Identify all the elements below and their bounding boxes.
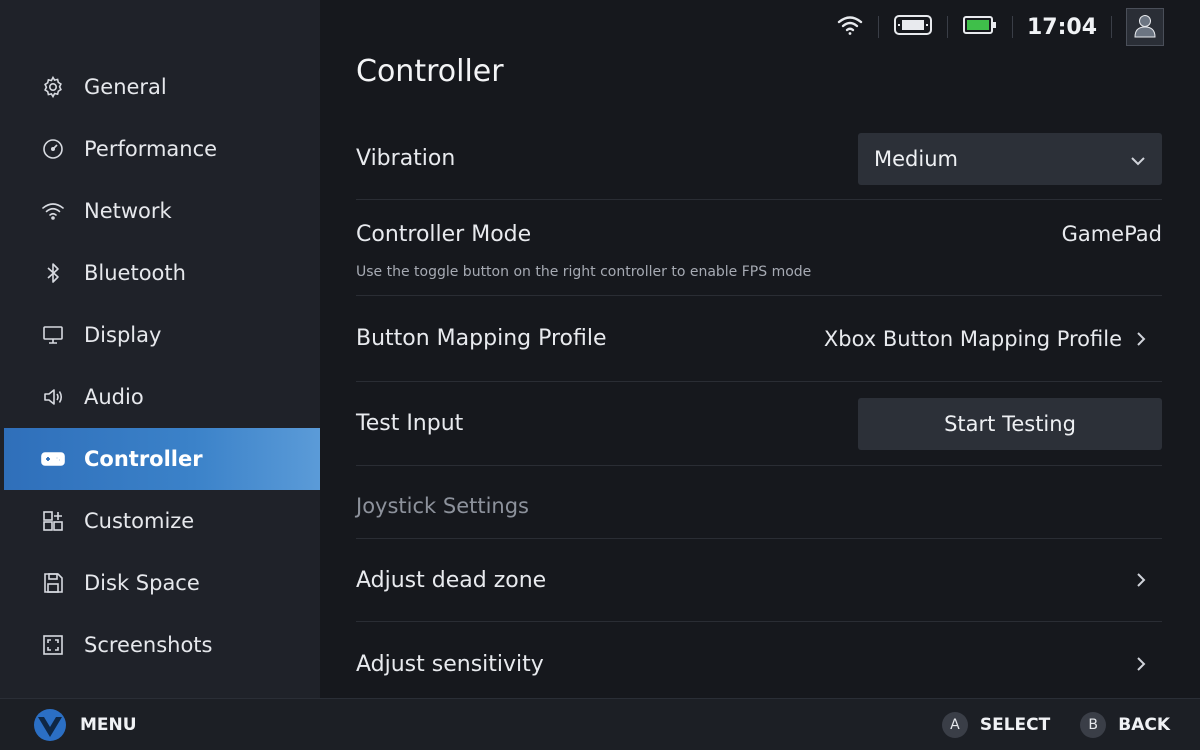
bluetooth-icon (40, 260, 66, 286)
wifi-icon (836, 14, 864, 40)
sidebar-item-label: Controller (84, 447, 203, 471)
status-divider (1111, 16, 1112, 38)
battery-icon (962, 14, 998, 40)
sidebar-item-label: Display (84, 323, 162, 347)
bottom-hint-bar: MENU A SELECT B BACK (0, 698, 1200, 750)
user-avatar[interactable] (1126, 8, 1164, 46)
dead-zone-label: Adjust dead zone (356, 567, 547, 593)
chevron-down-icon (1130, 147, 1146, 171)
screenshot-icon (40, 632, 66, 658)
select-hint[interactable]: A SELECT (941, 711, 1051, 738)
sidebar-item-disk-space[interactable]: Disk Space (4, 552, 320, 614)
status-divider (946, 16, 948, 38)
adjust-sensitivity-row[interactable]: Adjust sensitivity (356, 622, 1162, 706)
monitor-icon (40, 322, 66, 348)
menu-label[interactable]: MENU (80, 715, 137, 735)
test-input-label: Test Input (356, 411, 464, 436)
sensitivity-label: Adjust sensitivity (356, 651, 544, 677)
status-divider (1011, 16, 1013, 38)
b-button-icon: B (1080, 711, 1107, 738)
vibration-row: Vibration Medium (356, 118, 1162, 200)
chevron-right-icon (1136, 571, 1148, 589)
sidebar-item-network[interactable]: Network (4, 180, 320, 242)
button-mapping-label: Button Mapping Profile (356, 326, 607, 351)
vibration-value: Medium (874, 146, 958, 171)
select-label: SELECT (979, 714, 1051, 735)
chevron-right-icon (1136, 330, 1148, 348)
controller-mode-description: Use the toggle button on the right contr… (356, 264, 812, 280)
sidebar-item-audio[interactable]: Audio (4, 366, 320, 428)
gauge-icon (40, 136, 66, 162)
sidebar-item-label: Disk Space (84, 571, 200, 595)
vibration-label: Vibration (356, 146, 456, 171)
status-bar: 17:04 (836, 6, 1164, 48)
disk-icon (40, 570, 66, 596)
sidebar-item-display[interactable]: Display (4, 304, 320, 366)
sidebar-item-controller[interactable]: Controller (4, 428, 320, 490)
settings-sidebar: General Performance Network Bluetooth Di… (0, 0, 320, 698)
a-button-icon: A (941, 711, 968, 738)
sidebar-item-label: General (84, 75, 167, 99)
chevron-right-icon (1136, 655, 1148, 673)
sidebar-item-label: Customize (84, 509, 195, 533)
gamepad-icon (40, 446, 66, 472)
button-mapping-row[interactable]: Button Mapping Profile Xbox Button Mappi… (356, 296, 1162, 382)
joystick-settings-heading: Joystick Settings (356, 494, 529, 518)
sidebar-item-label: Performance (84, 137, 218, 161)
sidebar-item-bluetooth[interactable]: Bluetooth (4, 242, 320, 304)
status-divider (877, 16, 879, 38)
start-testing-button[interactable]: Start Testing (858, 397, 1162, 450)
gear-icon (40, 74, 66, 100)
sidebar-item-performance[interactable]: Performance (4, 118, 320, 180)
grid-plus-icon (40, 508, 66, 534)
sidebar-item-screenshots[interactable]: Screenshots (4, 614, 320, 676)
sidebar-item-label: Screenshots (84, 633, 213, 657)
speaker-icon (40, 384, 66, 410)
controller-mode-label: Controller Mode (356, 222, 532, 247)
sidebar-item-label: Network (84, 199, 172, 223)
controller-mode-row[interactable]: Controller Mode GamePad Use the toggle b… (356, 200, 1162, 296)
wifi-icon (40, 198, 66, 224)
sidebar-item-general[interactable]: General (4, 56, 320, 118)
back-hint[interactable]: B BACK (1080, 711, 1170, 738)
sidebar-item-customize[interactable]: Customize (4, 490, 320, 552)
handheld-icon (893, 13, 933, 41)
vibration-dropdown[interactable]: Medium (858, 132, 1162, 185)
test-input-row: Test Input Start Testing (356, 382, 1162, 466)
menu-logo-icon[interactable] (32, 707, 68, 743)
adjust-dead-zone-row[interactable]: Adjust dead zone (356, 538, 1162, 622)
sidebar-item-label: Bluetooth (84, 261, 186, 285)
clock: 17:04 (1026, 14, 1097, 40)
button-mapping-value: Xbox Button Mapping Profile (823, 326, 1122, 351)
page-title: Controller (356, 54, 504, 89)
sidebar-item-label: Audio (84, 385, 144, 409)
user-icon (1132, 12, 1158, 42)
back-label: BACK (1118, 714, 1170, 735)
controller-mode-value: GamePad (1061, 222, 1162, 246)
